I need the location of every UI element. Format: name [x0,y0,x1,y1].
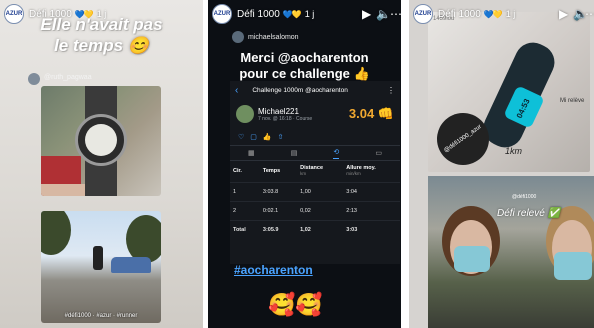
tab-overview-icon[interactable]: ▦ [248,149,255,157]
cell: 3:05.9 [259,220,298,239]
hashtag-link[interactable]: #aocharenton [234,263,313,277]
selfie-photo [428,176,594,328]
athlete-avatar [236,105,254,123]
table-row: 2 0:02.1 0,02 2:13 [230,201,400,221]
cell: Total [230,220,260,239]
inner-username: @ruth_pagwaa [44,74,92,81]
tree [126,215,161,263]
inner-header: michaelsalomon [232,31,299,43]
photo-handle: @défi1000 [512,194,537,200]
athlete-subtitle: 7 nov. @ 16:18 · Course [258,115,313,122]
watch-photo [41,86,161,196]
story-panel-2[interactable]: AZUR Défi 1000 💙💛 1 j ▶ 🔈 ⋯ michaelsalom… [208,0,401,328]
athlete-row: Michael221 7 nov. @ 16:18 · Course 3.04 … [230,99,400,129]
tree [41,211,71,255]
cell: 1,00 [297,182,344,202]
story-panel-3[interactable]: 1459lou 04:53 AZUR Défi 1000 💙💛 1 j ▶ 🔈 … [409,0,594,328]
story-caption-line2: le temps 😊 [54,36,149,55]
thanks-line2: pour ce challenge 👍 [239,66,370,81]
inner-avatar [28,73,40,85]
runner [93,246,103,270]
like-icon[interactable]: ♡ [238,133,244,141]
km-note: 1km [505,146,523,156]
tab-analysis-icon[interactable]: ▭ [375,149,382,157]
post-time: 1 j [304,9,315,19]
handwritten-note: Mi relève [560,98,585,104]
cell: 0,02 [297,201,344,221]
card-topbar: ‹ Challenge 1000m @aocharenton ⋮ [230,81,400,99]
story-caption-line1: Elle n'avait pas [40,15,163,34]
distance-value: 3.04 👊 [348,106,394,121]
inner-username: michaelsalomon [248,33,299,41]
cell: 1,02 [297,220,344,239]
cell: 3:03 [343,220,400,239]
col-header: Distance km [300,165,324,176]
more-icon[interactable]: ⋯ [585,7,594,21]
kudos-icon[interactable]: 👍 [263,133,272,141]
cell: 2 [230,201,260,221]
col-header: Cir. [233,167,242,174]
hearts-icon: 💙💛 [282,9,302,19]
account-name[interactable]: Défi 1000 [237,9,280,20]
face-mask [554,252,592,280]
athlete-name: Michael221 [258,106,299,116]
thanks-line1: Merci @aocharenton [240,50,369,65]
card-tabs: ▦ ▤ ⟲ ▭ [230,145,400,161]
play-icon[interactable]: ▶ [362,7,371,21]
table-row: 1 3:03.8 1,00 3:04 [230,182,400,202]
thanks-text: Merci @aocharenton pour ce challenge 👍 [208,50,401,82]
story-panel-1[interactable]: AZUR Défi 1000 💙💛 1 j Elle n'avait pas l… [0,0,203,328]
story-header: AZUR Défi 1000 💙💛 1 j [208,0,401,28]
cell: 0:02.1 [259,201,298,221]
back-icon[interactable]: ‹ [235,85,238,96]
mute-icon[interactable]: 🔈 [376,7,391,21]
tab-details-icon[interactable]: ▤ [291,149,298,157]
share-icon[interactable]: ⇧ [278,133,284,141]
challenge-done-text: Défi relevé ✅ [497,208,561,219]
activity-card: ‹ Challenge 1000m @aocharenton ⋮ Michael… [230,81,400,264]
hearts-icon: 💙💛 [483,9,503,19]
play-icon[interactable]: ▶ [559,7,568,21]
cell: 3:04 [343,182,400,202]
action-row: ♡ ▢ 👍 ⇧ [230,129,400,145]
inner-avatar [232,31,244,43]
cell: 2:13 [343,201,400,221]
watch-screen [85,124,117,156]
face-mask [454,246,490,272]
table-row-total: Total 3:05.9 1,02 3:03 [230,220,400,239]
more-icon[interactable]: ⋮ [387,86,395,95]
col-header: Temps [262,167,281,174]
card-title: Challenge 1000m @aocharenton [252,86,348,94]
cell: 3:03.8 [259,182,298,202]
watch-face [75,114,127,166]
comment-icon[interactable]: ▢ [250,133,257,141]
laps-table: Cir. Temps Distance km Allure moy. min/km … [230,161,400,239]
col-header: Allure moy. min/km [346,165,376,176]
run-photo-caption: #défi1000 · #azur · #runner [64,313,138,319]
tab-laps-icon[interactable]: ⟲ [333,148,340,159]
run-photo: #défi1000 · #azur · #runner [41,211,161,323]
cell: 1 [230,182,260,202]
car [111,257,151,273]
account-avatar[interactable]: AZUR [413,4,433,24]
account-name[interactable]: Défi 1000 [438,9,481,20]
account-avatar[interactable]: AZUR [212,4,232,24]
emoji-sticker: 🥰🥰 [268,292,323,317]
more-icon[interactable]: ⋯ [390,7,401,21]
post-time: 1 j [505,9,516,19]
